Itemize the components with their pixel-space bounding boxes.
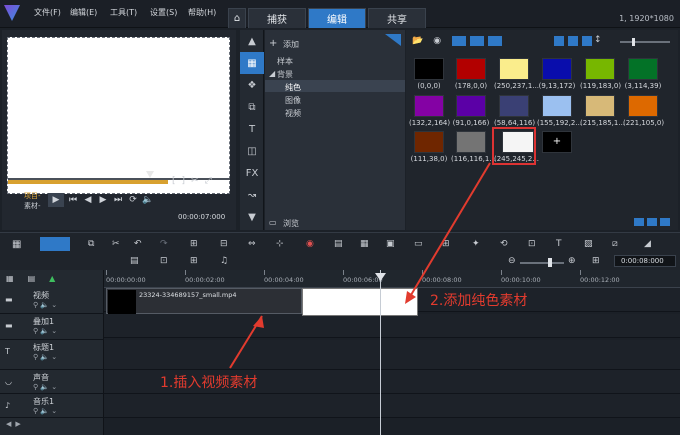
annotation-step-1: 1.插入视频素材: [160, 375, 258, 391]
arrow-1-head: [253, 316, 264, 328]
arrow-2-line: [407, 162, 491, 301]
annotation-step-2: 2.添加纯色素材: [430, 293, 528, 309]
annotation-arrows: [229, 162, 491, 369]
arrow-2-head: [405, 291, 416, 304]
